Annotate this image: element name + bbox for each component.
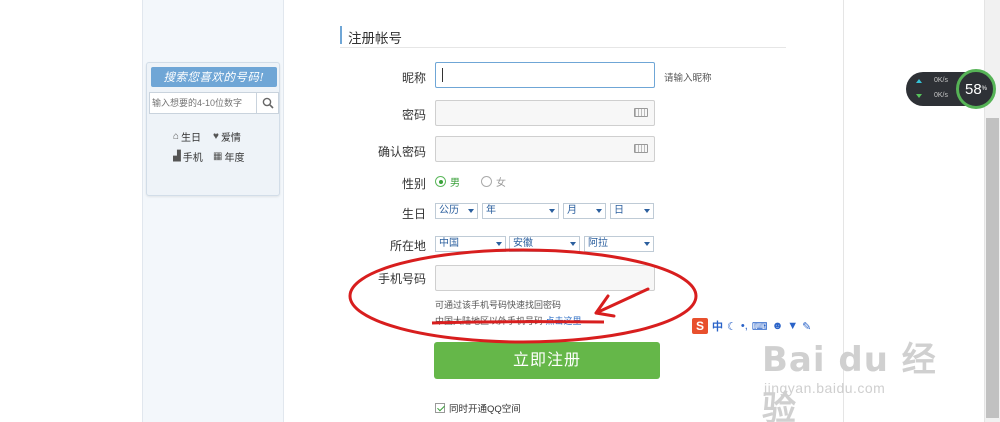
calendar-type-select[interactable]: 公历 — [435, 203, 478, 219]
location-label: 所在地 — [389, 239, 426, 253]
network-speed-widget[interactable]: 0K/s 0K/s 58% — [906, 69, 996, 109]
upload-speed: 0K/s — [916, 77, 948, 84]
chevron-down-icon — [596, 209, 602, 213]
watermark-brand: Bai du 经验 — [762, 340, 937, 422]
gender-female-radio[interactable]: 女 — [481, 174, 506, 189]
calendar-icon: ▦ — [213, 151, 223, 162]
city-select[interactable]: 阿拉 — [584, 236, 654, 252]
overseas-phone-link[interactable]: 点击这里 — [546, 316, 582, 326]
gender-male-radio[interactable]: 男 — [435, 174, 460, 189]
keyboard-icon[interactable] — [634, 108, 648, 117]
watermark-url: jingyan.baidu.com — [764, 380, 886, 396]
tag-love[interactable]: ♥ 爱情 — [213, 129, 241, 144]
province-select[interactable]: 安徽 — [509, 236, 580, 252]
sogou-logo-icon[interactable]: S — [692, 318, 708, 334]
tag-phone[interactable]: ▟ 手机 — [173, 149, 203, 164]
cake-icon: ⌂ — [173, 131, 180, 142]
phone-label: 手机号码 — [377, 272, 426, 286]
number-search-panel: 搜索您喜欢的号码! ⌂生日 ♥爱情 ▟手机 ▦年度 — [146, 62, 280, 196]
text-caret — [442, 68, 443, 82]
overseas-phone-hint: 中国大陆地区以外手机号码 点击这里 — [435, 316, 582, 326]
tag-birthday[interactable]: ⌂ 生日 — [173, 129, 201, 144]
country-select[interactable]: 中国 — [435, 236, 506, 252]
birth-month-select[interactable]: 月 — [563, 203, 606, 219]
chevron-down-icon — [570, 242, 576, 246]
download-speed: 0K/s — [916, 92, 948, 99]
chevron-down-icon — [644, 242, 650, 246]
number-search-input[interactable] — [152, 93, 256, 113]
gender-label: 性别 — [401, 177, 426, 191]
birth-year-select[interactable]: 年 — [482, 203, 559, 219]
chevron-down-icon — [468, 209, 474, 213]
moon-icon[interactable]: ☾ — [727, 320, 737, 333]
scroll-thumb[interactable] — [986, 118, 999, 418]
tag-year[interactable]: ▦ 年度 — [213, 149, 244, 164]
section-divider — [340, 47, 786, 48]
birth-day-select[interactable]: 日 — [610, 203, 654, 219]
heart-icon: ♥ — [213, 131, 219, 142]
upload-arrow-icon — [916, 78, 922, 83]
birthday-label: 生日 — [401, 207, 426, 221]
confirm-password-label: 确认密码 — [377, 145, 426, 159]
nickname-label: 昵称 — [401, 71, 426, 85]
section-accent — [340, 26, 342, 44]
annotation-circle — [348, 248, 698, 344]
page-scrollbar[interactable] — [984, 0, 1000, 422]
confirm-password-input[interactable] — [435, 136, 655, 162]
search-panel-title: 搜索您喜欢的号码! — [151, 67, 277, 87]
signal-icon: ▟ — [173, 151, 181, 162]
search-field-wrap — [149, 92, 279, 114]
punctuation-icon[interactable]: •, — [741, 320, 748, 332]
register-button[interactable]: 立即注册 — [434, 342, 660, 379]
nickname-hint: 请输入昵称 — [664, 73, 712, 84]
nickname-input[interactable] — [435, 62, 655, 88]
password-label: 密码 — [401, 108, 426, 122]
password-input[interactable] — [435, 100, 655, 126]
chevron-down-icon — [496, 242, 502, 246]
checkbox-box — [435, 403, 445, 413]
annotation-arrow — [594, 287, 650, 318]
search-button[interactable] — [256, 93, 278, 113]
phone-input[interactable] — [435, 265, 655, 291]
chevron-down-icon — [549, 209, 555, 213]
radio-dot — [435, 176, 446, 187]
ime-mode-toggle[interactable]: 中 — [712, 318, 723, 334]
keyboard-icon[interactable] — [634, 144, 648, 153]
download-arrow-icon — [916, 93, 922, 98]
baidu-jingyan-watermark: Bai du 经验 jingyan.baidu.com — [752, 318, 952, 422]
radio-dot — [481, 176, 492, 187]
open-qzone-checkbox[interactable]: 同时开通QQ空间 — [435, 401, 521, 415]
memory-gauge: 58% — [956, 69, 996, 109]
section-title: 注册帐号 — [348, 31, 402, 46]
phone-hint: 可通过该手机号码快速找回密码 — [435, 300, 562, 310]
chevron-down-icon — [644, 209, 650, 213]
search-icon — [262, 97, 274, 109]
